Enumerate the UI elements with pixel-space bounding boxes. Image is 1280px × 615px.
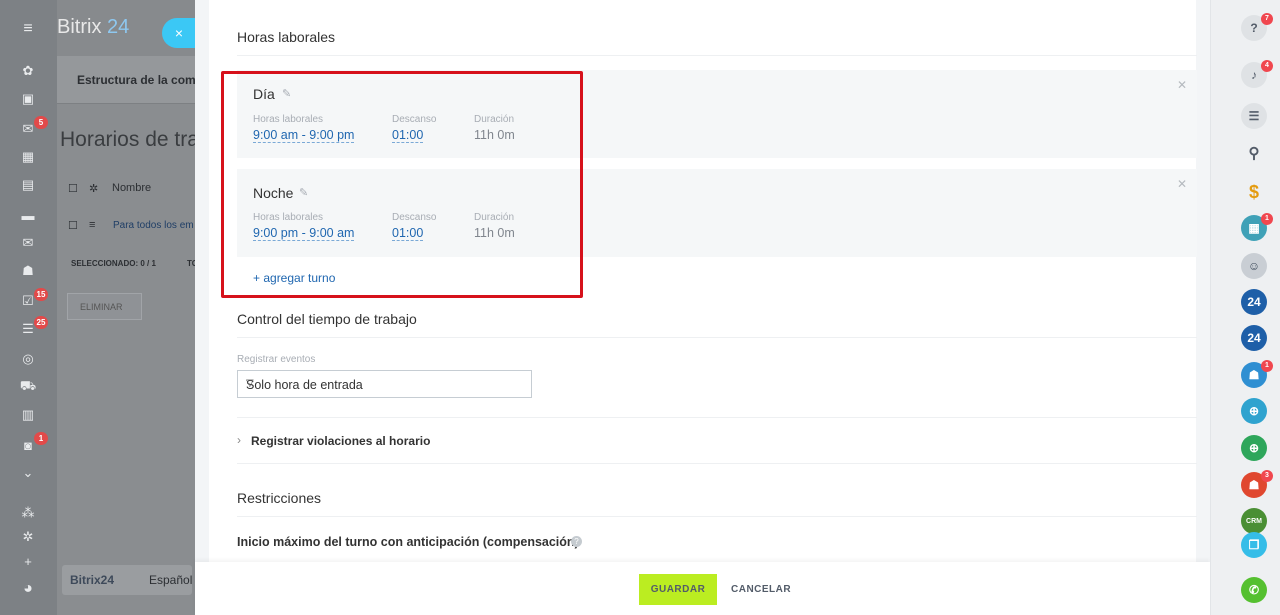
work-hours-title: Horas laborales <box>237 29 336 45</box>
card-title: Estructura de la com <box>77 73 195 87</box>
time-control-title: Control del tiempo de trabajo <box>237 311 417 327</box>
row-link[interactable]: Para todos los em <box>113 220 194 231</box>
robot-badge: 1 <box>34 432 48 445</box>
brand-logo: Bitrix 24 <box>57 16 130 38</box>
delete-button[interactable]: ELIMINAR <box>67 293 142 320</box>
lock-icon[interactable]: ⊕ <box>1241 435 1267 461</box>
left-sidebar: ≡ ✿ ▣ ✉ 5 ▦ ▤ ▬ ✉ ☗ ☑ 15 ☰ 25 ◎ ⛟ ▥ ◙ 1 … <box>0 0 57 615</box>
document-icon[interactable]: ▤ <box>18 176 38 194</box>
gear-icon[interactable]: ✲ <box>18 528 38 546</box>
remove-shift-icon[interactable]: ✕ <box>1177 78 1187 92</box>
divider <box>237 417 1197 418</box>
crown-icon[interactable]: ◕ <box>18 580 38 598</box>
divider <box>237 337 1197 338</box>
group-badge: 3 <box>1261 470 1273 482</box>
register-events-select[interactable]: Solo hora de entrada ▽ <box>237 370 532 398</box>
chevron-right-icon[interactable]: › <box>237 433 241 447</box>
target-icon[interactable]: ◎ <box>18 350 38 368</box>
sitemap-icon[interactable]: ⁂ <box>18 504 38 522</box>
close-slider-button[interactable]: × <box>162 18 196 48</box>
cancel-button[interactable]: CANCELAR <box>731 574 791 605</box>
delete-button-label: ELIMINAR <box>80 302 123 312</box>
feed-icon[interactable]: ✿ <box>18 62 38 80</box>
total-count: TO <box>187 259 195 268</box>
messages-icon[interactable]: ☰ <box>1241 103 1267 129</box>
divider <box>237 463 1197 464</box>
close-icon: × <box>174 25 184 41</box>
tasks-icon[interactable]: ▣ <box>18 90 38 108</box>
mail-icon[interactable]: ✉ <box>18 234 38 252</box>
help-icon[interactable]: ? <box>571 536 582 547</box>
footer-brand: Bitrix24 <box>70 573 115 587</box>
divider <box>237 55 1197 56</box>
calendar-icon[interactable]: ▦ <box>18 148 38 166</box>
help-badge: 7 <box>1261 13 1273 25</box>
right-sidebar: ? 7 ♪ 4 ☰ ⚲ $ ▦ 1 ☺ 24 24 ☗ 1 ⊕ ⊕ ☗ 3 CR… <box>1210 0 1280 615</box>
bitrix24-icon[interactable]: 24 <box>1241 325 1267 351</box>
background-page: Bitrix 24 Estructura de la com Horarios … <box>57 0 195 615</box>
cart-icon[interactable]: ⛟ <box>18 378 38 396</box>
chevron-down-icon: ▽ <box>246 378 254 389</box>
chat-badge: 5 <box>34 116 48 129</box>
footer-bar: Bitrix24 Español <box>62 565 192 595</box>
row-menu-icon[interactable]: ≡ <box>89 219 95 231</box>
max-start-label: Inicio máximo del turno con anticipación… <box>237 535 579 549</box>
avatar[interactable]: ☺ <box>1241 253 1267 279</box>
crm-icon[interactable]: CRM <box>1241 508 1267 534</box>
page-title: Horarios de tra <box>60 128 195 151</box>
drive-icon[interactable]: ▬ <box>18 206 38 224</box>
search-icon[interactable]: ⚲ <box>1241 140 1267 166</box>
notifications-badge: 4 <box>1261 60 1273 72</box>
settings-icon[interactable]: ✲ <box>89 182 98 195</box>
lock-icon[interactable]: ⊕ <box>1241 398 1267 424</box>
slider-footer: GUARDAR CANCELAR <box>195 562 1210 615</box>
plus-icon[interactable]: + <box>18 552 38 570</box>
violations-toggle[interactable]: Registrar violaciones al horario <box>251 434 430 448</box>
groups-icon[interactable]: ☗ <box>18 262 38 280</box>
header-checkbox[interactable]: ☐ <box>68 182 78 195</box>
footer-language[interactable]: Español <box>149 573 192 587</box>
tasks-badge: 15 <box>34 288 48 301</box>
column-name: Nombre <box>112 182 152 194</box>
divider <box>237 516 1197 517</box>
row-checkbox[interactable]: ☐ <box>68 219 78 232</box>
group-badge: 1 <box>1261 360 1273 372</box>
filter-badge: 25 <box>34 316 48 329</box>
save-button[interactable]: GUARDAR <box>639 574 717 605</box>
remove-shift-icon[interactable]: ✕ <box>1177 177 1187 191</box>
menu-icon[interactable]: ≡ <box>18 20 38 38</box>
restrictions-title: Restricciones <box>237 490 322 506</box>
contact-card-icon[interactable]: ▥ <box>18 406 38 424</box>
background-card: Estructura de la com <box>57 56 195 104</box>
phone-icon[interactable]: ✆ <box>1241 577 1267 603</box>
register-events-label: Registrar eventos <box>237 354 316 365</box>
calendar-badge: 1 <box>1261 213 1273 225</box>
dollar-icon[interactable]: $ <box>1241 179 1267 205</box>
chevron-down-icon[interactable]: ⌄ <box>18 464 38 482</box>
bitrix24-icon[interactable]: 24 <box>1241 289 1267 315</box>
selected-count: SELECCIONADO: 0 / 1 <box>71 259 156 268</box>
highlight-frame <box>221 71 583 298</box>
copy-icon[interactable]: ❐ <box>1241 532 1267 558</box>
